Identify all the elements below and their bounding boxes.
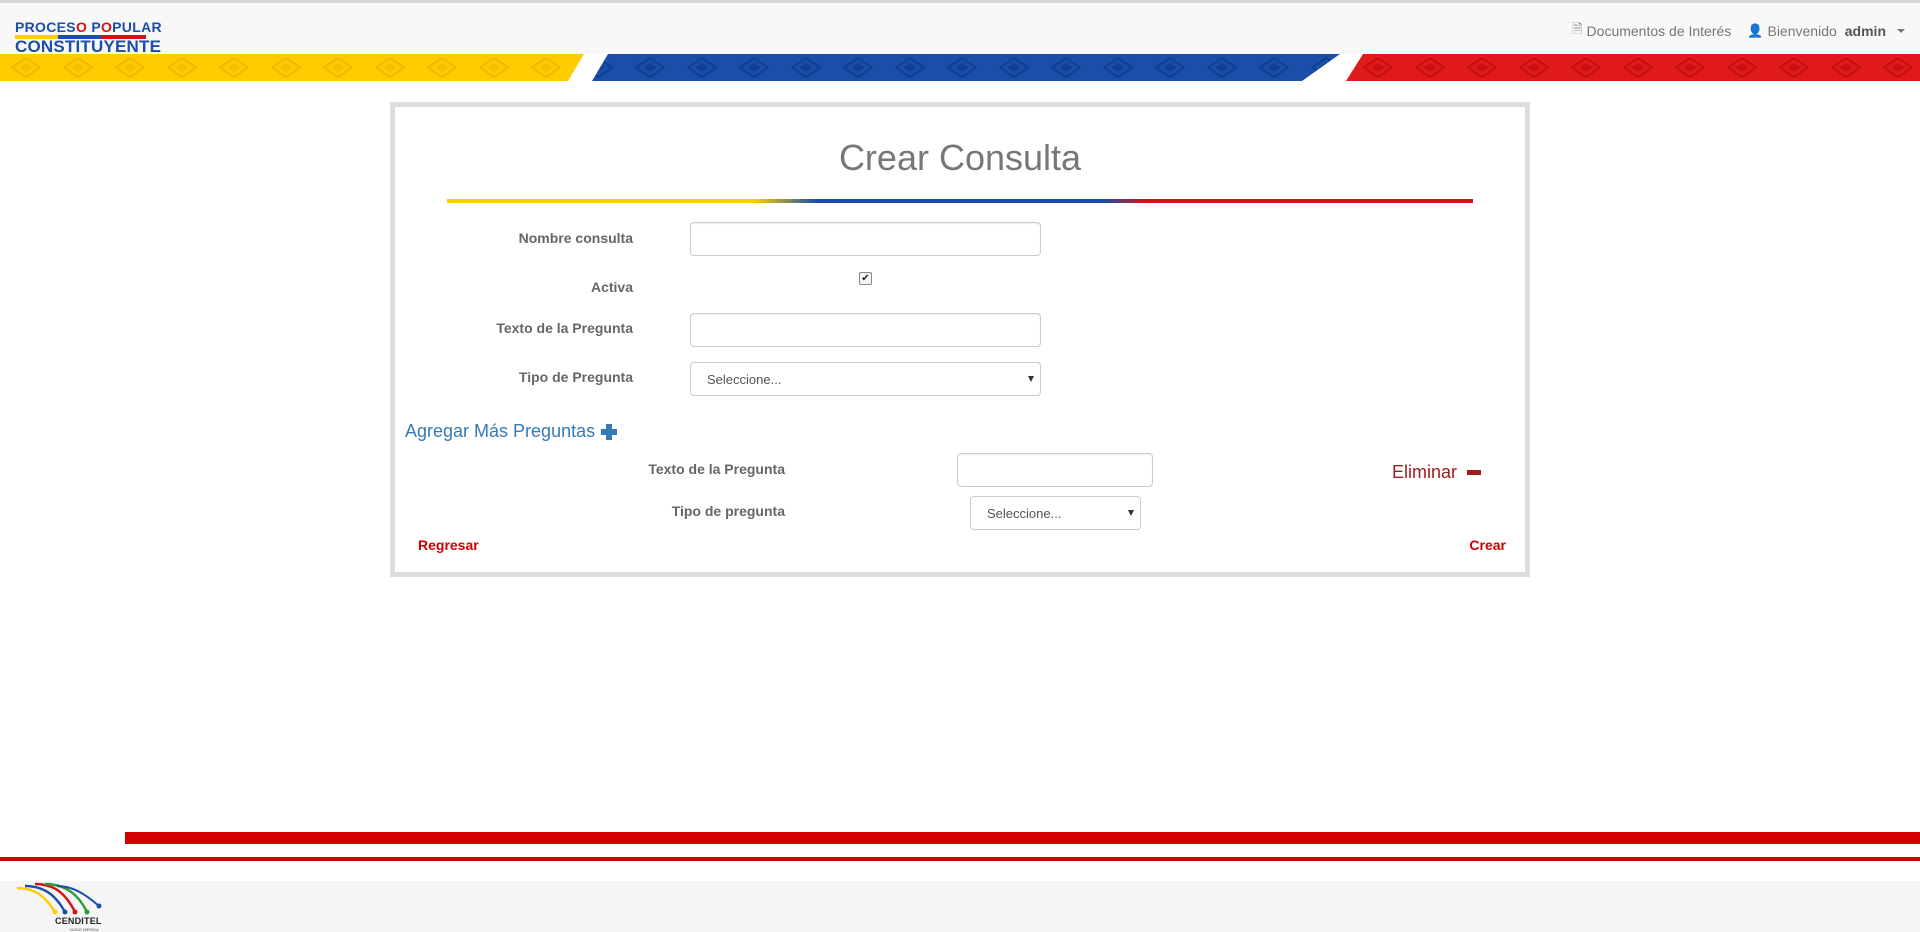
brand-logo[interactable]: PROCESO POPULAR CONSTITUYENTE: [15, 17, 162, 56]
extra-tipo-pregunta-select[interactable]: Seleccione...: [970, 496, 1141, 530]
dropdown-arrow-icon: [1128, 510, 1134, 516]
title-tricolor-underline: [447, 199, 1473, 203]
plus-icon: [601, 423, 618, 440]
activa-checkbox[interactable]: ✔: [859, 272, 872, 285]
texto-pregunta-input[interactable]: [690, 313, 1041, 347]
top-navbar: PROCESO POPULAR CONSTITUYENTE 🗎 Document…: [0, 0, 1920, 56]
nombre-consulta-label: Nombre consulta: [518, 230, 633, 246]
tipo-pregunta-select[interactable]: Seleccione...: [690, 362, 1041, 396]
extra-tipo-pregunta-selected: Seleccione...: [987, 505, 1062, 521]
extra-texto-pregunta-label: Texto de la Pregunta: [648, 461, 785, 477]
user-icon: 👤: [1747, 23, 1764, 38]
documents-link-label: Documentos de Interés: [1586, 23, 1732, 39]
circuit-lines-icon: [16, 882, 102, 915]
tricolor-banner: [0, 54, 1920, 81]
tipo-pregunta-selected: Seleccione...: [707, 371, 782, 387]
cenditel-logo-text: CENDITEL: [55, 916, 102, 926]
footer: [0, 881, 1920, 932]
footer-red-bar: [125, 832, 1920, 844]
dropdown-arrow-icon: [1028, 376, 1034, 382]
chevron-down-icon: [1897, 29, 1905, 33]
delete-question-button[interactable]: Eliminar: [1392, 462, 1482, 483]
cenditel-logo[interactable]: CENDITEL NODO MÉRIDA: [15, 882, 107, 932]
welcome-text: Bienvenido: [1767, 23, 1837, 39]
user-menu-dropdown[interactable]: 👤 Bienvenido admin: [1747, 23, 1905, 39]
texto-pregunta-label: Texto de la Pregunta: [496, 320, 633, 336]
add-more-questions-label: Agregar Más Preguntas: [405, 421, 596, 441]
activa-label: Activa: [590, 279, 633, 295]
checkmark-icon: ✔: [861, 272, 870, 284]
delete-question-label: Eliminar: [1392, 462, 1458, 482]
back-button[interactable]: Regresar: [418, 537, 479, 553]
extra-texto-pregunta-input[interactable]: [957, 453, 1153, 487]
create-button[interactable]: Crear: [1469, 537, 1506, 553]
document-icon: 🗎: [1572, 21, 1583, 36]
minus-icon: [1467, 470, 1482, 475]
username: admin: [1844, 23, 1886, 39]
tipo-pregunta-label: Tipo de Pregunta: [518, 369, 633, 385]
cenditel-logo-subtext: NODO MÉRIDA: [70, 927, 99, 932]
brand-line1: PROCESO POPULAR: [15, 19, 162, 35]
create-consultation-panel: Crear Consulta Nombre consulta Activa ✔ …: [390, 102, 1530, 577]
documents-link[interactable]: 🗎 Documentos de Interés: [1572, 20, 1731, 42]
nombre-consulta-input[interactable]: [690, 222, 1041, 256]
page-title: Crear Consulta: [838, 137, 1082, 178]
add-more-questions-button[interactable]: Agregar Más Preguntas: [405, 421, 618, 442]
extra-tipo-pregunta-label: Tipo de pregunta: [671, 503, 785, 519]
footer-red-line: [0, 857, 1920, 861]
nav-right-menu: 🗎 Documentos de Interés 👤 Bienvenido adm…: [1572, 20, 1905, 42]
